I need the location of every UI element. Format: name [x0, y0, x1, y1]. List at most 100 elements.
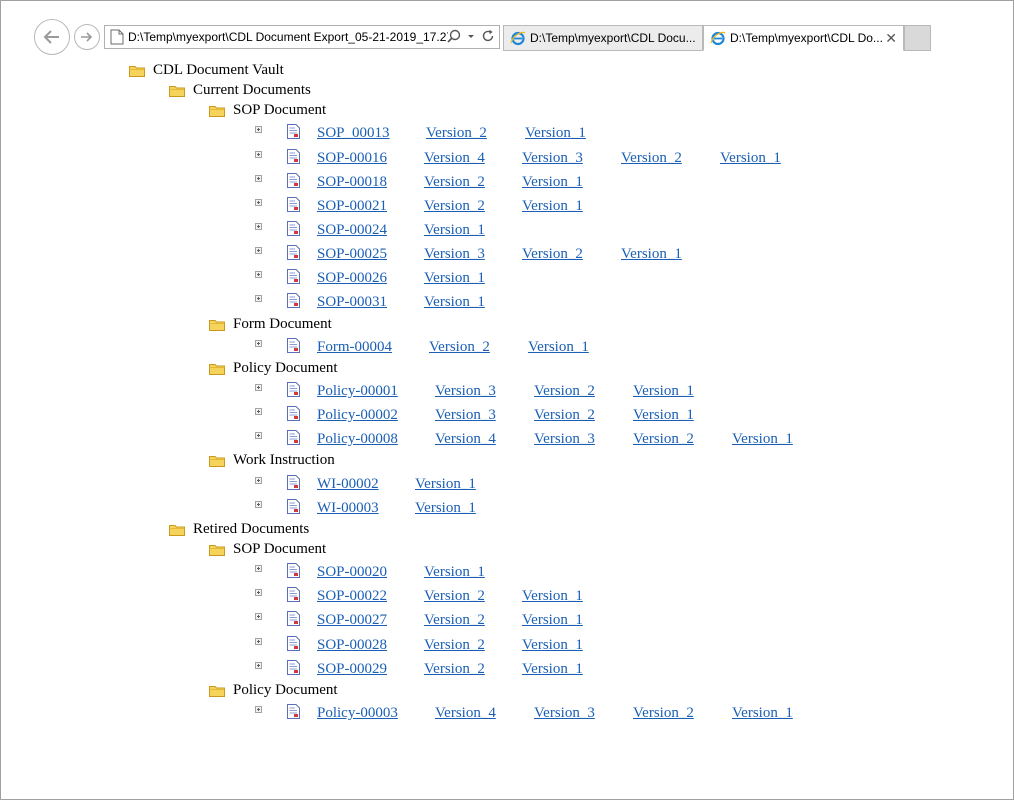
version-link[interactable]: Version_2 — [424, 174, 485, 191]
version-link[interactable]: Version_2 — [424, 612, 485, 629]
document-link[interactable]: SOP-00016 — [317, 150, 387, 167]
document-link[interactable]: SOP-00018 — [317, 174, 387, 191]
version-link[interactable]: Version_3 — [424, 246, 485, 263]
document-link[interactable]: SOP-00028 — [317, 637, 387, 654]
document-link[interactable]: Policy-00002 — [317, 407, 398, 424]
version-link[interactable]: Version_3 — [534, 431, 595, 448]
expand-icon[interactable] — [255, 408, 262, 415]
refresh-icon[interactable] — [481, 29, 495, 43]
search-icon[interactable] — [447, 29, 461, 43]
expand-icon[interactable] — [255, 126, 262, 133]
document-link[interactable]: SOP-00025 — [317, 246, 387, 263]
version-link[interactable]: Version_2 — [633, 705, 694, 722]
expand-icon[interactable] — [255, 295, 262, 302]
document-link[interactable]: Policy-00008 — [317, 431, 398, 448]
close-tab-icon[interactable]: ✕ — [885, 30, 897, 47]
version-link[interactable]: Version_2 — [426, 125, 487, 142]
expand-icon[interactable] — [255, 565, 262, 572]
expand-icon[interactable] — [255, 432, 262, 439]
document-link[interactable]: Form-00004 — [317, 339, 392, 356]
version-link[interactable]: Version_1 — [621, 246, 682, 263]
version-link[interactable]: Version_2 — [633, 431, 694, 448]
tab-2[interactable]: D:\Temp\myexport\CDL Do... ✕ — [703, 25, 904, 51]
version-link[interactable]: Version_1 — [522, 588, 583, 605]
expand-icon[interactable] — [255, 384, 262, 391]
version-link[interactable]: Version_2 — [534, 383, 595, 400]
version-link[interactable]: Version_1 — [522, 174, 583, 191]
address-bar[interactable]: D:\Temp\myexport\CDL Document Export_05-… — [104, 25, 500, 49]
version-link[interactable]: Version_1 — [522, 612, 583, 629]
version-link[interactable]: Version_1 — [528, 339, 589, 356]
document-link[interactable]: SOP-00029 — [317, 661, 387, 678]
folder-node[interactable]: Form Document — [209, 315, 332, 333]
document-link[interactable]: WI-00003 — [317, 500, 379, 517]
version-link[interactable]: Version_2 — [429, 339, 490, 356]
expand-icon[interactable] — [255, 706, 262, 713]
version-link[interactable]: Version_1 — [633, 407, 694, 424]
expand-icon[interactable] — [255, 662, 262, 669]
expand-icon[interactable] — [255, 271, 262, 278]
document-link[interactable]: Policy-00003 — [317, 705, 398, 722]
expand-icon[interactable] — [255, 247, 262, 254]
expand-icon[interactable] — [255, 613, 262, 620]
version-link[interactable]: Version_2 — [424, 661, 485, 678]
version-link[interactable]: Version_1 — [633, 383, 694, 400]
version-link[interactable]: Version_4 — [435, 705, 496, 722]
address-text[interactable]: D:\Temp\myexport\CDL Document Export_05-… — [128, 30, 448, 44]
expand-icon[interactable] — [255, 223, 262, 230]
expand-icon[interactable] — [255, 638, 262, 645]
version-link[interactable]: Version_1 — [415, 500, 476, 517]
folder-node[interactable]: Policy Document — [209, 359, 338, 377]
version-link[interactable]: Version_1 — [522, 661, 583, 678]
version-link[interactable]: Version_3 — [435, 383, 496, 400]
version-link[interactable]: Version_1 — [522, 198, 583, 215]
version-link[interactable]: Version_2 — [424, 637, 485, 654]
document-link[interactable]: SOP-00022 — [317, 588, 387, 605]
version-link[interactable]: Version_1 — [525, 125, 586, 142]
dropdown-icon[interactable] — [467, 29, 475, 43]
document-link[interactable]: SOP-00021 — [317, 198, 387, 215]
version-link[interactable]: Version_1 — [732, 705, 793, 722]
version-link[interactable]: Version_3 — [534, 705, 595, 722]
version-link[interactable]: Version_1 — [720, 150, 781, 167]
version-link[interactable]: Version_1 — [522, 637, 583, 654]
folder-node[interactable]: Current Documents — [169, 81, 311, 99]
version-link[interactable]: Version_1 — [424, 564, 485, 581]
version-link[interactable]: Version_2 — [534, 407, 595, 424]
document-link[interactable]: SOP-00026 — [317, 270, 387, 287]
document-link[interactable]: WI-00002 — [317, 476, 379, 493]
version-link[interactable]: Version_2 — [424, 588, 485, 605]
version-link[interactable]: Version_1 — [732, 431, 793, 448]
version-link[interactable]: Version_1 — [424, 222, 485, 239]
version-link[interactable]: Version_4 — [424, 150, 485, 167]
expand-icon[interactable] — [255, 501, 262, 508]
version-link[interactable]: Version_3 — [435, 407, 496, 424]
folder-node[interactable]: CDL Document Vault — [129, 61, 284, 79]
expand-icon[interactable] — [255, 175, 262, 182]
document-link[interactable]: SOP_00013 — [317, 125, 390, 142]
document-link[interactable]: Policy-00001 — [317, 383, 398, 400]
folder-node[interactable]: SOP Document — [209, 101, 326, 119]
version-link[interactable]: Version_4 — [435, 431, 496, 448]
version-link[interactable]: Version_3 — [522, 150, 583, 167]
folder-node[interactable]: Policy Document — [209, 681, 338, 699]
back-button[interactable] — [34, 19, 70, 55]
document-link[interactable]: SOP-00024 — [317, 222, 387, 239]
document-link[interactable]: SOP-00027 — [317, 612, 387, 629]
expand-icon[interactable] — [255, 199, 262, 206]
document-link[interactable]: SOP-00020 — [317, 564, 387, 581]
version-link[interactable]: Version_1 — [424, 294, 485, 311]
expand-icon[interactable] — [255, 589, 262, 596]
folder-node[interactable]: Work Instruction — [209, 451, 335, 469]
expand-icon[interactable] — [255, 477, 262, 484]
forward-button[interactable] — [74, 24, 100, 50]
expand-icon[interactable] — [255, 151, 262, 158]
version-link[interactable]: Version_2 — [424, 198, 485, 215]
folder-node[interactable]: Retired Documents — [169, 520, 309, 538]
version-link[interactable]: Version_2 — [522, 246, 583, 263]
version-link[interactable]: Version_1 — [415, 476, 476, 493]
version-link[interactable]: Version_2 — [621, 150, 682, 167]
expand-icon[interactable] — [255, 340, 262, 347]
document-link[interactable]: SOP-00031 — [317, 294, 387, 311]
folder-node[interactable]: SOP Document — [209, 540, 326, 558]
